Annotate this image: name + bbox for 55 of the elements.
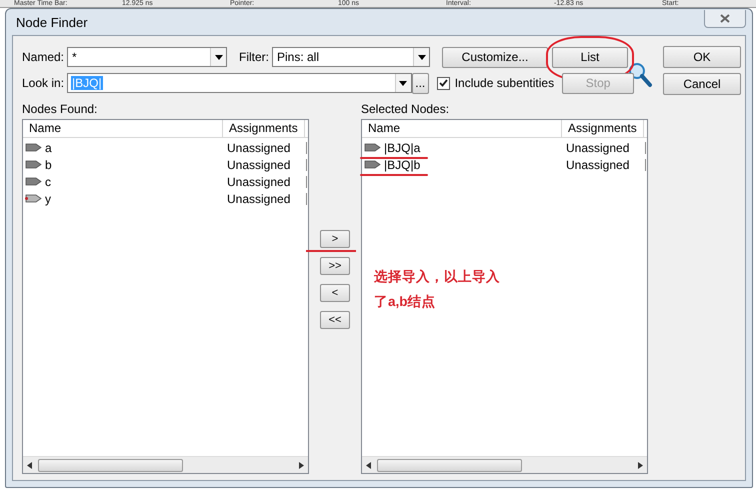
checkbox-label[interactable]: Include subentities <box>454 76 554 90</box>
dialog-button[interactable]: Customize... <box>442 46 548 68</box>
dialog-button[interactable]: Cancel <box>663 73 741 95</box>
dialog-button[interactable]: List <box>552 46 628 68</box>
input-pin-icon <box>364 160 381 169</box>
column-header[interactable]: Name <box>23 120 223 137</box>
node-name[interactable]: b <box>45 158 52 172</box>
dialog-button[interactable]: OK <box>663 46 741 68</box>
assignment-cell-text: Unassigned <box>226 192 292 206</box>
browse-button[interactable]: ... <box>412 72 429 94</box>
left-arrow-icon[interactable] <box>27 462 32 468</box>
node-name[interactable]: c <box>45 174 51 188</box>
caret-icon <box>418 54 426 60</box>
horizontal-scrollbar[interactable] <box>23 456 308 473</box>
field-label: Named: <box>22 50 64 64</box>
close-icon[interactable] <box>720 14 730 23</box>
field-label: Look in: <box>22 76 64 90</box>
left-arrow-icon[interactable] <box>366 462 371 468</box>
list-label: Selected Nodes: <box>361 102 450 116</box>
annotation-text: 选择导入，以上导入了a,b结点 <box>374 268 501 311</box>
horizontal-scrollbar[interactable] <box>362 456 647 473</box>
search-icon <box>628 62 652 88</box>
output-pin-icon <box>25 194 42 203</box>
close-button[interactable] <box>704 10 746 28</box>
caret-icon <box>399 80 408 86</box>
filter-dropdown[interactable]: Pins: all <box>272 47 430 67</box>
assignment-cell-text: Unassigned <box>565 140 630 154</box>
node-name[interactable]: |BJQ|a <box>384 140 420 154</box>
assignment-cell-text: Unassigned <box>226 174 292 188</box>
field-label: Filter: <box>239 50 269 64</box>
window-title: Node Finder <box>15 14 88 30</box>
column-header[interactable]: Assignments <box>562 120 644 137</box>
input-pin-icon <box>364 143 381 152</box>
assignment-cell-text: Unassigned <box>565 158 630 172</box>
checkbox[interactable] <box>436 76 450 90</box>
assignment-cell-text: Unassigned <box>226 140 292 154</box>
checkmark-icon <box>438 79 448 87</box>
transfer-button[interactable]: < <box>320 284 350 302</box>
transfer-button[interactable]: > <box>320 230 350 248</box>
caret-icon <box>214 54 222 60</box>
column-header[interactable]: Name <box>362 120 562 137</box>
transfer-button[interactable]: << <box>320 311 350 329</box>
node-name[interactable]: y <box>45 192 51 206</box>
input-pin-icon <box>25 143 42 152</box>
assignment-cell-text: Unassigned <box>226 158 292 172</box>
node-name[interactable]: a <box>45 140 52 154</box>
node-name[interactable]: |BJQ|b <box>384 158 420 172</box>
list-label: Nodes Found: <box>22 102 98 116</box>
input-pin-icon <box>25 160 42 169</box>
transfer-button[interactable]: >> <box>320 257 350 275</box>
right-arrow-icon[interactable] <box>299 462 304 468</box>
right-arrow-icon[interactable] <box>638 462 643 468</box>
named-dropdown[interactable]: * <box>67 47 227 67</box>
input-pin-icon <box>25 177 42 186</box>
column-header[interactable]: Assignments <box>223 120 305 137</box>
